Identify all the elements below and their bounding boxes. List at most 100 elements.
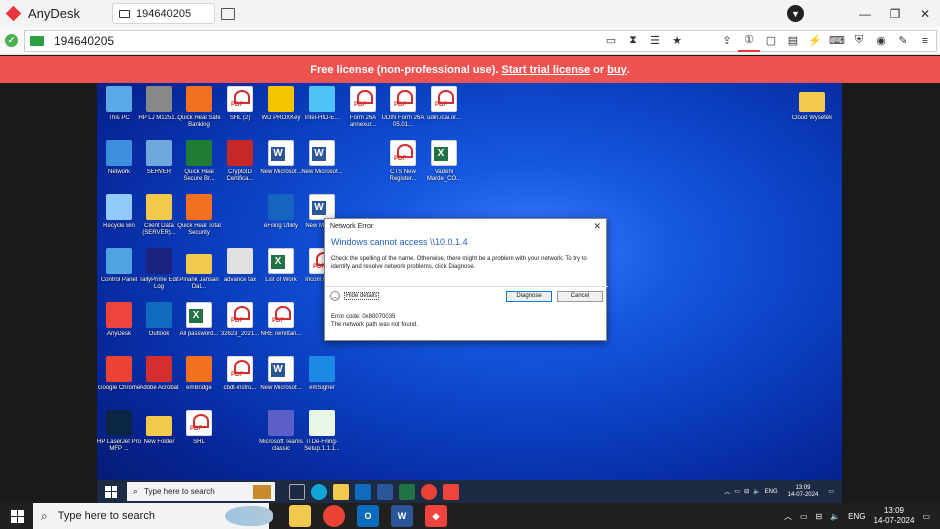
outlook-icon[interactable]	[355, 483, 371, 500]
file-explorer-icon[interactable]	[333, 483, 349, 500]
desktop-icon[interactable]: SHL	[177, 410, 221, 446]
local-tray-chevron-up-icon[interactable]: ︿	[784, 511, 792, 522]
chrome-icon[interactable]	[421, 483, 437, 500]
desktop-icon[interactable]: SERVER	[137, 140, 181, 176]
remote-clock[interactable]: 13:09 14-07-2024	[788, 485, 819, 499]
network-icon[interactable]: ⊟	[744, 488, 749, 495]
desktop-icon[interactable]: This PC	[97, 86, 141, 122]
dialog-close-icon[interactable]: ✕	[593, 221, 601, 232]
desktop-icon[interactable]: Network	[97, 140, 141, 176]
hourglass-icon[interactable]: ⧗	[622, 30, 644, 52]
battery-icon[interactable]: ▭	[734, 488, 740, 495]
desktop-icon[interactable]: eFiling Utility	[259, 194, 303, 230]
desktop-icon[interactable]: WD PROXKey	[259, 86, 303, 122]
desktop-icon[interactable]: emSigner	[300, 356, 344, 392]
local-file-explorer-icon[interactable]	[289, 505, 311, 527]
keyboard-icon[interactable]: ⌨	[826, 30, 848, 52]
minimize-button[interactable]: —	[850, 0, 880, 27]
desktop-icon[interactable]: TallyPrime Edit Log	[137, 248, 181, 291]
desktop-icon[interactable]: CTS New Register...	[381, 140, 425, 183]
desktop-icon[interactable]: Quick Heal Safe Banking	[177, 86, 221, 129]
desktop-icon[interactable]: Form 26A annexur...	[341, 86, 385, 129]
address-field[interactable]: 194640205 ▭ ⧗ ☰ ★ ⇪ ① ▢ ▤ ⚡ ⌨ ⛨ ◉ ✎ ≡	[24, 29, 937, 52]
desktop-icon[interactable]: 32623_2021...	[218, 302, 262, 338]
menu-icon[interactable]: ≡	[914, 30, 936, 52]
remote-desktop[interactable]: This PC Network Recycle Bin Control Panel An…	[97, 83, 842, 503]
local-speaker-muted-icon[interactable]: 🔈	[830, 512, 840, 521]
desktop-icon[interactable]: advance tax	[218, 248, 262, 284]
word-icon[interactable]	[377, 483, 393, 500]
desktop-icon[interactable]: AnyDesk	[97, 302, 141, 338]
local-start-icon[interactable]	[11, 509, 24, 523]
local-word-icon[interactable]: W	[391, 505, 413, 527]
draw-pen-icon[interactable]: ✎	[892, 30, 914, 52]
desktop-icon[interactable]: Adobe Acrobat	[137, 356, 181, 392]
desktop-icon[interactable]: Client Data (SERVER)...	[137, 194, 181, 237]
desktop-icon[interactable]: New Microsof...	[259, 140, 303, 176]
local-search-box[interactable]: ⌕ Type here to search	[33, 503, 273, 529]
desktop-icon[interactable]: HP LaserJet Pro MFP ...	[97, 410, 141, 453]
desktop-icon[interactable]: Outlook	[137, 302, 181, 338]
desktop-icon[interactable]: List of Work	[259, 248, 303, 284]
shield-icon[interactable]: ⛨	[848, 30, 870, 52]
local-outlook-icon[interactable]: O	[357, 505, 379, 527]
desktop-icon[interactable]: Quick Heal Secure Br...	[177, 140, 221, 183]
desktop-icon[interactable]: SHL (2)	[218, 86, 262, 122]
anydesk-taskbar-icon[interactable]	[443, 483, 459, 500]
lightning-icon[interactable]: ⚡	[804, 30, 826, 52]
desktop-icon[interactable]: Cloud Wysetek	[790, 86, 834, 122]
close-button[interactable]: ✕	[910, 0, 940, 27]
excel-icon[interactable]	[399, 483, 415, 500]
remote-language[interactable]: ENG	[765, 489, 778, 495]
desktop-icon[interactable]: Google Chrome	[97, 356, 141, 392]
file-transfer-icon[interactable]: ⇪	[716, 30, 738, 52]
desktop-icon[interactable]: cbdt-instru...	[218, 356, 262, 392]
desktop-icon[interactable]: NRE remittan...	[259, 302, 303, 338]
restore-button[interactable]: ❐	[880, 0, 910, 27]
desktop-icon[interactable]: Intel-HID-E...	[300, 86, 344, 122]
notification-icon[interactable]: ▭	[828, 488, 834, 495]
hide-details-toggle[interactable]: Hide details	[344, 292, 380, 300]
local-notification-icon[interactable]: ▭	[922, 512, 930, 521]
diagnose-button[interactable]: Diagnose	[506, 290, 552, 302]
monitor-tool-icon[interactable]: ▢	[760, 30, 782, 52]
chat-bubble-icon[interactable]: ▭	[600, 30, 622, 52]
database-icon[interactable]: ☰	[644, 30, 666, 52]
local-language[interactable]: ENG	[848, 512, 865, 521]
desktop-icon[interactable]: Vadehi Marde_CO...	[422, 140, 466, 183]
session-tab[interactable]: 194640205	[112, 3, 216, 24]
chevron-up-icon[interactable]: ︿	[330, 291, 340, 301]
desktop-icon[interactable]: All password...	[177, 302, 221, 338]
desktop-icon[interactable]: udin.icai.or...	[422, 86, 466, 122]
task-view-icon[interactable]	[289, 483, 305, 500]
display-one-icon[interactable]: ①	[738, 30, 760, 52]
record-icon[interactable]: ◉	[870, 30, 892, 52]
local-battery-icon[interactable]: ▭	[800, 512, 808, 521]
favorite-star-icon[interactable]: ★	[666, 30, 688, 52]
new-session-icon[interactable]	[221, 7, 236, 20]
local-chrome-icon[interactable]	[323, 505, 345, 527]
desktop-icon[interactable]: Quick Heal Total Security	[177, 194, 221, 237]
download-icon[interactable]: ▼	[787, 5, 804, 22]
desktop-icon[interactable]: emBridge	[177, 356, 221, 392]
local-clock[interactable]: 13:09 14-07-2024	[874, 506, 915, 526]
local-anydesk-icon[interactable]: ◆	[425, 505, 447, 527]
start-trial-link[interactable]: Start trial license	[502, 64, 591, 76]
local-network-icon[interactable]: ⊟	[816, 512, 823, 521]
buy-link[interactable]: buy	[607, 64, 627, 76]
desktop-icon[interactable]: Microsoft Teams classic	[259, 410, 303, 453]
desktop-icon[interactable]: ITDe-Filing-Setup.1.1.1...	[300, 410, 344, 453]
desktop-icon[interactable]: Pinank Jansari Dat...	[177, 248, 221, 291]
desktop-icon[interactable]: New Microsof...	[259, 356, 303, 392]
desktop-icon[interactable]: Recycle Bin	[97, 194, 141, 230]
desktop-icon[interactable]: CryptoID Certifica...	[218, 140, 262, 183]
desktop-icon[interactable]: HP LJ M1251...	[137, 86, 181, 122]
cancel-button[interactable]: Cancel	[557, 290, 603, 302]
tray-chevron-up-icon[interactable]: ︿	[724, 487, 730, 496]
chat-icon[interactable]: ▤	[782, 30, 804, 52]
edge-icon[interactable]	[311, 483, 327, 500]
desktop-icon[interactable]: New Microsof...	[300, 140, 344, 176]
desktop-icon[interactable]: New Folder	[137, 410, 181, 446]
speaker-muted-icon[interactable]: 🔈	[753, 488, 760, 495]
desktop-icon[interactable]: Control Panel	[97, 248, 141, 284]
